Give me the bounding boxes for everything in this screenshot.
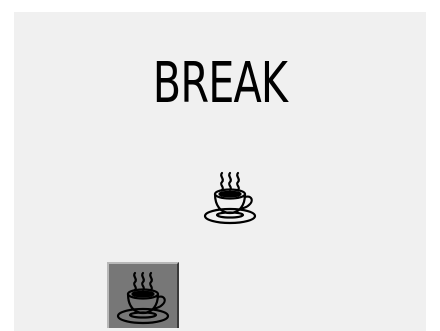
coffee-cup-icon <box>200 170 260 228</box>
break-button[interactable] <box>107 262 179 328</box>
break-screen: BREAK <box>0 0 440 331</box>
coffee-cup-icon <box>116 271 170 325</box>
break-panel: BREAK <box>14 12 426 331</box>
break-title: BREAK <box>152 51 288 116</box>
